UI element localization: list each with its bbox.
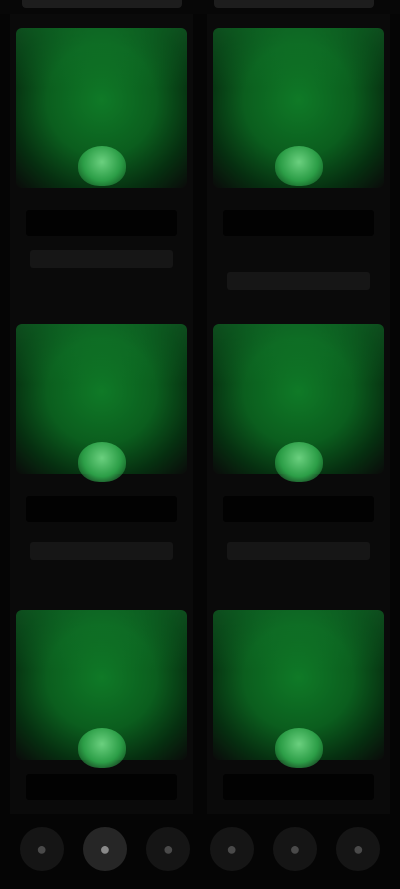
card-3[interactable] [10,314,193,604]
logo-icon [77,442,126,482]
top-bar-right [214,0,374,8]
card-5[interactable] [10,604,193,814]
card-title [223,210,374,236]
card-title [26,774,177,800]
card-subtitle [227,542,370,560]
card-grid [10,14,390,814]
card-image [16,324,187,482]
image-highlight [16,610,187,670]
logo-icon [274,728,323,768]
top-strip [0,0,400,14]
nav-item-1[interactable]: ● [19,827,64,871]
nav-item-6[interactable]: ● [336,827,381,871]
logo-icon [274,146,323,186]
card-title [26,496,177,522]
nav-item-5[interactable]: ● [272,827,317,871]
card-image [16,610,187,768]
image-highlight [213,610,384,670]
image-highlight [16,28,187,88]
logo-icon [77,728,126,768]
app-root: ● ● ● ● ● ● [0,0,400,889]
card-image [213,610,384,768]
nav-item-3[interactable]: ● [146,827,191,871]
card-2[interactable] [207,14,390,314]
top-bar-left [22,0,182,8]
card-title [223,774,374,800]
bottom-nav: ● ● ● ● ● ● [10,814,390,884]
card-title [223,496,374,522]
image-highlight [213,324,384,384]
card-subtitle [30,250,173,268]
nav-item-2[interactable]: ● [82,827,127,871]
card-image [213,28,384,188]
card-4[interactable] [207,314,390,604]
image-highlight [213,28,384,88]
card-image [16,28,187,188]
card-1[interactable] [10,14,193,314]
nav-item-4[interactable]: ● [209,827,254,871]
logo-icon [274,442,323,482]
logo-icon [77,146,126,186]
card-subtitle [30,542,173,560]
card-title [26,210,177,236]
card-6[interactable] [207,604,390,814]
image-highlight [16,324,187,384]
card-subtitle [227,272,370,290]
card-image [213,324,384,482]
